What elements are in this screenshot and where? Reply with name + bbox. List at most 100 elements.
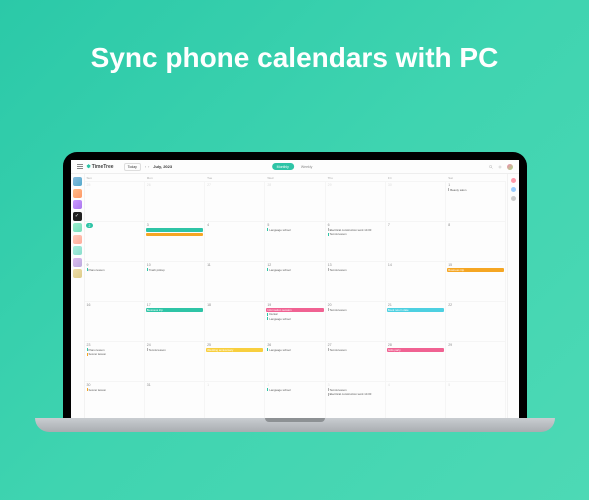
day-cell[interactable]: 31 [145, 382, 205, 418]
rail-shortcut-2[interactable] [511, 187, 516, 192]
day-cell[interactable]: 14 [386, 262, 446, 302]
event-chip[interactable]: Language school [266, 268, 323, 272]
day-cell[interactable]: 17Business trip [145, 302, 205, 342]
day-cell[interactable]: 5Language school [265, 222, 325, 262]
day-number: 28 [266, 183, 323, 187]
event-chip[interactable]: Tennis lesson [327, 308, 384, 312]
day-cell[interactable]: 3 [145, 222, 205, 262]
event-chip[interactable] [146, 228, 203, 232]
event-chip[interactable]: Tennis lesson [146, 348, 203, 352]
day-cell[interactable]: 18 [205, 302, 265, 342]
day-cell[interactable]: 8 [446, 222, 506, 262]
day-cell[interactable]: 28Girls party [386, 342, 446, 382]
rail-shortcut-3[interactable] [511, 196, 516, 201]
event-chip[interactable]: Business trip [146, 308, 203, 312]
event-chip[interactable]: Beauty salon [447, 188, 504, 192]
event-chip[interactable]: Language school [266, 348, 323, 352]
day-number: 29 [447, 343, 504, 347]
next-month-button[interactable]: › [148, 165, 149, 169]
day-cell[interactable]: 23Piano lessonSoccer lesson [85, 342, 145, 382]
day-cell[interactable]: 24Tennis lesson [145, 342, 205, 382]
event-chip[interactable]: Tennis lesson [327, 268, 384, 272]
event-chip[interactable]: Girls party [387, 348, 444, 352]
day-cell[interactable]: 11 [205, 262, 265, 302]
day-cell[interactable]: 15Business trip [446, 262, 506, 302]
event-chip[interactable]: Wedding anniversary [206, 348, 263, 352]
event-chip[interactable]: Tennis lesson [327, 388, 384, 392]
day-cell[interactable]: 3Tennis lessonElectrical construction wo… [326, 382, 386, 418]
day-cell[interactable]: 27Tennis lesson [326, 342, 386, 382]
day-cell[interactable]: 5 [446, 382, 506, 418]
today-button[interactable]: Today [124, 163, 141, 171]
event-chip[interactable]: Tennis lesson [327, 348, 384, 352]
sidebar-calendar-5[interactable] [73, 223, 82, 232]
sidebar-calendar-3[interactable] [73, 200, 82, 209]
event-chip[interactable]: Tennis lesson [327, 233, 384, 237]
view-monthly-tab[interactable]: Monthly [272, 163, 294, 170]
day-cell[interactable]: 12Language school [265, 262, 325, 302]
day-cell[interactable]: 30 [386, 182, 446, 222]
day-cell[interactable]: 13Tennis lesson [326, 262, 386, 302]
menu-icon[interactable] [77, 164, 83, 169]
day-cell[interactable]: 20Tennis lesson [326, 302, 386, 342]
sidebar-calendar-8[interactable] [73, 258, 82, 267]
event-chip[interactable]: Language school [266, 388, 323, 392]
sidebar-calendar-6[interactable] [73, 235, 82, 244]
day-cell[interactable]: 1 [205, 382, 265, 418]
day-cell[interactable]: 4 [205, 222, 265, 262]
event-chip[interactable]: Trash pickup [146, 268, 203, 272]
add-icon[interactable] [498, 165, 502, 169]
day-cell[interactable]: 27 [205, 182, 265, 222]
day-cell[interactable]: 21Book return date [386, 302, 446, 342]
sidebar-calendar-7[interactable] [73, 246, 82, 255]
rail-shortcut-1[interactable] [511, 178, 516, 183]
day-cell[interactable]: 2 [85, 222, 145, 262]
search-icon[interactable] [489, 165, 493, 169]
event-chip[interactable]: Soccer lesson [86, 353, 143, 357]
day-cell[interactable]: 2Language school [265, 382, 325, 418]
sidebar-calendar-2[interactable] [73, 189, 82, 198]
event-chip[interactable]: Electrical construction work 14:00 [327, 228, 384, 232]
avatar[interactable] [507, 164, 513, 170]
day-cell[interactable]: 22 [446, 302, 506, 342]
day-cell[interactable]: 29 [446, 342, 506, 382]
day-cell[interactable]: 25 [85, 182, 145, 222]
day-number: 21 [387, 303, 444, 307]
sidebar-calendar-4[interactable]: ✓ [73, 212, 82, 221]
day-cell[interactable]: 25Wedding anniversary [205, 342, 265, 382]
day-number: 24 [146, 343, 203, 347]
day-cell[interactable]: 7 [386, 222, 446, 262]
event-chip[interactable]: Information session [266, 308, 323, 312]
day-number: 4 [387, 383, 444, 387]
day-number: 26 [266, 343, 323, 347]
view-weekly-tab[interactable]: Weekly [296, 163, 317, 170]
event-chip[interactable]: Business trip [447, 268, 504, 272]
day-cell[interactable]: 26 [145, 182, 205, 222]
event-chip[interactable]: Piano lesson [86, 268, 143, 272]
event-chip[interactable]: Dental [266, 313, 323, 317]
day-cell[interactable]: 28 [265, 182, 325, 222]
day-cell[interactable]: 10Trash pickup [145, 262, 205, 302]
event-chip[interactable]: Soccer lesson [86, 388, 143, 392]
brand-logo-icon: ✽ [87, 164, 91, 170]
day-cell[interactable]: 9Piano lesson [85, 262, 145, 302]
event-chip[interactable]: Book return date [387, 308, 444, 312]
day-cell[interactable]: 16 [85, 302, 145, 342]
day-cell[interactable]: 30Soccer lesson [85, 382, 145, 418]
event-chip[interactable] [146, 233, 203, 237]
day-cell[interactable]: 6Electrical construction work 14:00Tenni… [326, 222, 386, 262]
event-chip[interactable]: Language school [266, 228, 323, 232]
event-chip[interactable]: Piano lesson [86, 348, 143, 352]
sidebar-calendar-1[interactable] [73, 177, 82, 186]
day-number: 27 [206, 183, 263, 187]
day-cell[interactable]: 29 [326, 182, 386, 222]
prev-month-button[interactable]: ‹ [145, 165, 146, 169]
day-cell[interactable]: 26Language school [265, 342, 325, 382]
event-chip[interactable]: Electrical construction work 14:00 [327, 393, 384, 397]
day-cell[interactable]: 19Information sessionDentalLanguage scho… [265, 302, 325, 342]
event-chip[interactable]: Language school [266, 317, 323, 321]
sidebar-calendar-9[interactable] [73, 269, 82, 278]
day-cell[interactable]: 1Beauty salon [446, 182, 506, 222]
day-number: 1 [447, 183, 504, 187]
day-cell[interactable]: 4 [386, 382, 446, 418]
